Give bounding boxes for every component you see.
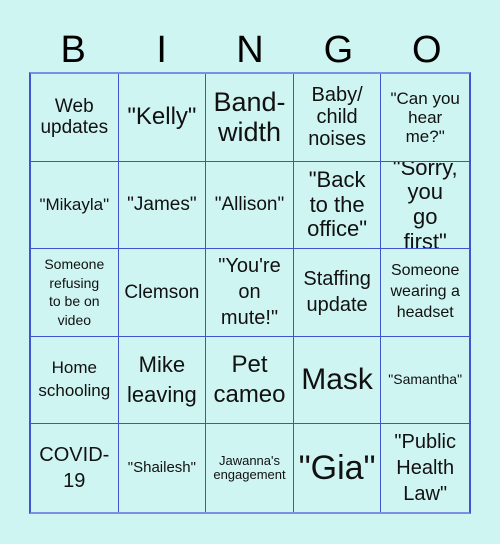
bingo-cell[interactable]: Mike leaving bbox=[118, 336, 207, 425]
bingo-cell[interactable]: Band-width bbox=[206, 74, 294, 162]
bingo-cell[interactable]: Baby/ child noises bbox=[293, 74, 382, 162]
bingo-cell[interactable]: COVID-19 bbox=[31, 424, 119, 512]
bingo-cell[interactable]: Someone refusing to be on video bbox=[31, 249, 119, 337]
bingo-header: B I N G O bbox=[29, 28, 471, 72]
header-letter-g: G bbox=[323, 29, 354, 71]
bingo-cell[interactable]: "You're on mute!" bbox=[206, 249, 294, 337]
bingo-cell[interactable]: Staffing update bbox=[293, 249, 382, 337]
bingo-cell[interactable]: "Allison" bbox=[206, 161, 294, 250]
header-letter-n: N bbox=[236, 29, 264, 71]
bingo-cell[interactable]: Home schooling bbox=[31, 336, 119, 425]
header-letter-i: I bbox=[156, 29, 167, 71]
bingo-cell[interactable]: "Mikayla" bbox=[31, 161, 119, 250]
bingo-cell[interactable]: Someone wearing a headset bbox=[381, 249, 469, 337]
bingo-cell[interactable]: Web updates bbox=[31, 74, 119, 162]
header-letter-o: O bbox=[412, 29, 442, 71]
bingo-cell[interactable]: "Shailesh" bbox=[119, 424, 207, 512]
bingo-cell[interactable]: Jawanna's engagement bbox=[206, 424, 294, 512]
bingo-cell[interactable]: "Kelly" bbox=[118, 74, 207, 162]
bingo-cell[interactable]: Pet cameo bbox=[206, 336, 294, 425]
bingo-cell[interactable]: "Can you hear me?" bbox=[381, 74, 469, 162]
bingo-cell[interactable]: "Back to the office" bbox=[293, 161, 382, 250]
bingo-card: Web updates "Kelly" Band-width Baby/ chi… bbox=[29, 72, 471, 514]
bingo-cell[interactable]: Mask bbox=[293, 336, 382, 425]
bingo-cell[interactable]: "Samantha" bbox=[381, 337, 469, 425]
bingo-cell[interactable]: Clemson bbox=[118, 249, 207, 337]
bingo-cell[interactable]: "James" bbox=[118, 161, 207, 250]
bingo-cell[interactable]: "Public Health Law" bbox=[381, 424, 469, 512]
header-letter-b: B bbox=[60, 29, 86, 71]
bingo-cell[interactable]: "Sorry, you go first" bbox=[381, 162, 469, 250]
bingo-cell[interactable]: "Gia" bbox=[294, 424, 382, 512]
